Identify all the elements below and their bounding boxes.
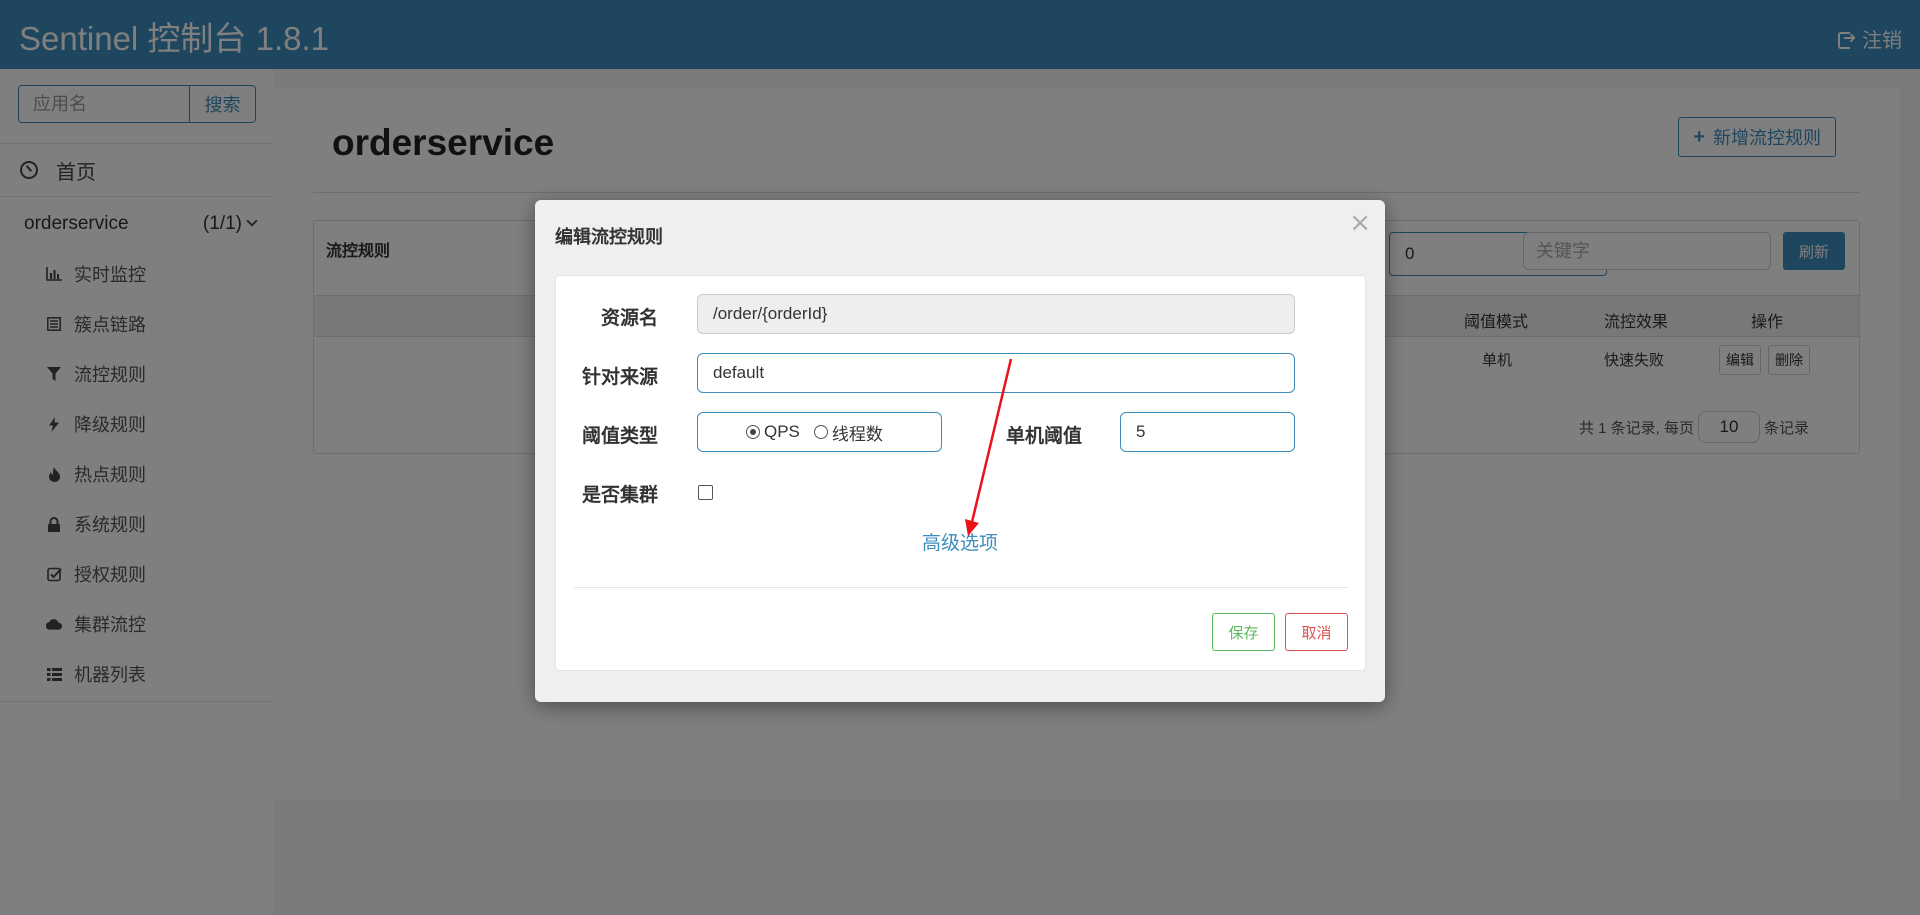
cancel-button[interactable]: 取消 bbox=[1285, 613, 1348, 651]
radio-qps-label[interactable]: QPS bbox=[764, 422, 800, 442]
dialog-body: 资源名 /order/{orderId} 针对来源 default 阈值类型 Q… bbox=[555, 275, 1366, 671]
close-icon[interactable]: × bbox=[1349, 208, 1371, 238]
single-threshold-input[interactable]: 5 bbox=[1120, 412, 1295, 452]
advanced-options-link[interactable]: 高级选项 bbox=[922, 528, 998, 555]
radio-thread-count[interactable] bbox=[813, 425, 828, 439]
edit-flow-rule-dialog: 编辑流控规则 × 资源名 /order/{orderId} 针对来源 defau… bbox=[535, 200, 1385, 702]
radio-qps[interactable] bbox=[746, 425, 760, 439]
threshold-type-radio-group: QPS 线程数 bbox=[697, 412, 942, 452]
cluster-checkbox[interactable] bbox=[698, 485, 713, 500]
resource-name-label: 资源名 bbox=[601, 308, 659, 329]
threshold-type-label: 阈值类型 bbox=[582, 426, 659, 447]
origin-input[interactable]: default bbox=[697, 353, 1295, 393]
dialog-title: 编辑流控规则 bbox=[555, 227, 663, 247]
resource-name-field: /order/{orderId} bbox=[697, 294, 1295, 334]
single-threshold-label: 单机阈值 bbox=[1006, 426, 1083, 447]
dialog-divider bbox=[574, 587, 1348, 588]
cluster-label: 是否集群 bbox=[582, 485, 659, 506]
origin-label: 针对来源 bbox=[582, 367, 659, 388]
save-button[interactable]: 保存 bbox=[1212, 613, 1275, 651]
radio-thread-count-label[interactable]: 线程数 bbox=[832, 420, 883, 445]
